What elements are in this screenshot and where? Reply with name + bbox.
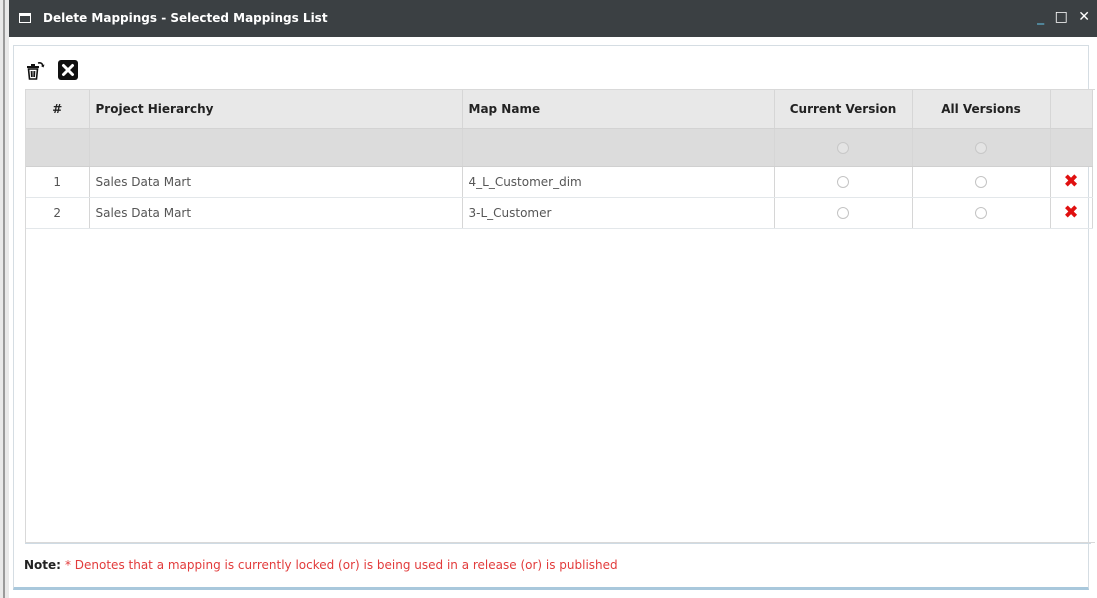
select-all-current-version-radio[interactable] (837, 141, 849, 154)
mappings-table: # Project Hierarchy Map Name Current Ver… (26, 90, 1093, 229)
column-header-all-versions[interactable]: All Versions (912, 90, 1051, 129)
remove-cell: ✖ (1050, 165, 1093, 198)
table-header-row: # Project Hierarchy Map Name Current Ver… (26, 90, 1093, 129)
current-version-radio[interactable] (837, 207, 849, 219)
window-controls: _ □ ✕ (1037, 9, 1093, 25)
row-number: 1 (26, 165, 90, 198)
column-header-map-name[interactable]: Map Name (462, 90, 775, 129)
select-all-row (26, 128, 1093, 167)
delete-mappings-button[interactable] (24, 59, 46, 81)
column-header-actions (1050, 90, 1093, 129)
note-text: * Denotes that a mapping is currently lo… (64, 558, 618, 572)
note-label: Note: (24, 558, 61, 572)
all-versions-radio[interactable] (975, 176, 987, 188)
window-icon (19, 13, 31, 23)
all-versions-cell (912, 165, 1051, 198)
filter-cell-number (26, 128, 90, 167)
column-header-project-hierarchy[interactable]: Project Hierarchy (89, 90, 463, 129)
column-header-current-version[interactable]: Current Version (774, 90, 913, 129)
close-list-button[interactable] (57, 59, 79, 81)
map-name-cell: 4_L_Customer_dim (462, 165, 775, 198)
filter-cell-current-version (774, 128, 913, 167)
column-header-number[interactable]: # (26, 90, 90, 129)
remove-row-icon[interactable]: ✖ (1063, 203, 1078, 222)
close-window-icon[interactable]: ✕ (1078, 9, 1093, 25)
dialog-window: Delete Mappings - Selected Mappings List… (9, 0, 1097, 598)
maximize-icon[interactable]: □ (1055, 9, 1071, 25)
current-version-cell (774, 165, 913, 198)
dialog-content: # Project Hierarchy Map Name Current Ver… (13, 45, 1095, 590)
current-version-cell (774, 197, 913, 229)
project-hierarchy-cell: Sales Data Mart (89, 165, 463, 198)
trash-refresh-icon (27, 62, 45, 80)
map-name-cell: 3-L_Customer (462, 197, 775, 229)
minimize-icon[interactable]: _ (1037, 9, 1047, 25)
select-all-all-versions-radio[interactable] (975, 141, 987, 154)
all-versions-radio[interactable] (975, 207, 987, 219)
left-edge-stripe (3, 0, 5, 598)
title-bar[interactable]: Delete Mappings - Selected Mappings List… (9, 0, 1097, 37)
project-hierarchy-cell: Sales Data Mart (89, 197, 463, 229)
table-row[interactable]: 2 Sales Data Mart 3-L_Customer ✖ (26, 197, 1093, 229)
filter-cell-all-versions (912, 128, 1051, 167)
current-version-radio[interactable] (837, 176, 849, 188)
all-versions-cell (912, 197, 1051, 229)
filter-cell-project (89, 128, 463, 167)
filter-cell-map (462, 128, 775, 167)
mappings-grid: # Project Hierarchy Map Name Current Ver… (25, 89, 1095, 543)
row-number: 2 (26, 197, 90, 229)
remove-cell: ✖ (1050, 197, 1093, 229)
note-divider (25, 543, 1091, 544)
window-title: Delete Mappings - Selected Mappings List (43, 11, 328, 25)
lock-note: Note: * Denotes that a mapping is current… (24, 558, 618, 572)
filter-cell-actions (1050, 128, 1093, 167)
close-x-icon (58, 60, 78, 80)
table-row[interactable]: 1 Sales Data Mart 4_L_Customer_dim ✖ (26, 165, 1093, 198)
remove-row-icon[interactable]: ✖ (1063, 172, 1078, 191)
